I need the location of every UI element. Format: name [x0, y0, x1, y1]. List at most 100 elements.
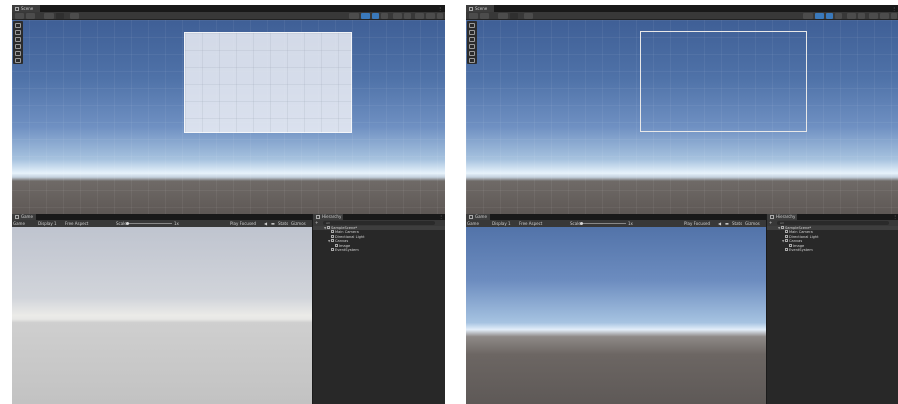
- hand-tool-icon[interactable]: [469, 23, 475, 28]
- transform-tool-icon[interactable]: [469, 58, 475, 63]
- scene-view[interactable]: [466, 20, 898, 214]
- aspect-dropdown[interactable]: Free Aspect: [65, 220, 88, 227]
- scene-toolbar: [12, 12, 445, 20]
- hidden-objects-button[interactable]: [858, 13, 865, 19]
- rotate-tool-icon[interactable]: [469, 37, 475, 42]
- scene-toolbar: [466, 12, 898, 20]
- scene-tab-icon: [469, 7, 473, 11]
- increment-snap-button[interactable]: [510, 13, 518, 19]
- 2d-toggle-button[interactable]: [361, 13, 370, 19]
- play-mode-dropdown[interactable]: Play Focused: [684, 220, 710, 227]
- grid-button[interactable]: [70, 13, 79, 19]
- lighting-toggle-button[interactable]: [826, 13, 833, 19]
- shading-mode-button[interactable]: [803, 13, 813, 19]
- snap-button[interactable]: [498, 13, 508, 19]
- lighting-toggle-button[interactable]: [372, 13, 379, 19]
- move-tool-icon[interactable]: [469, 30, 475, 35]
- effects-button[interactable]: [847, 13, 856, 19]
- tab-scene[interactable]: Scene: [466, 5, 494, 12]
- global-toggle-button[interactable]: [469, 13, 478, 19]
- lower-area: Game Game Display 1 Free Aspect Scale 1x…: [12, 214, 445, 404]
- unity-scene-icon: [781, 226, 784, 229]
- gameobject-icon: [331, 247, 334, 251]
- camera-settings-button[interactable]: [415, 13, 424, 19]
- gizmos-toggle[interactable]: Gizmos: [291, 220, 306, 227]
- hierarchy-menu-icon[interactable]: ⋮: [439, 214, 443, 219]
- speaker-icon[interactable]: ◀: [718, 220, 721, 227]
- canvas-image-rect[interactable]: [184, 32, 352, 133]
- rotate-tool-icon[interactable]: [15, 37, 21, 42]
- scale-slider-knob[interactable]: [126, 222, 129, 225]
- audio-toggle-button[interactable]: [381, 13, 388, 19]
- more-menu-icon[interactable]: ⋮: [892, 6, 896, 11]
- gameobject-icon: [785, 247, 788, 251]
- more-menu-icon[interactable]: ⋮: [438, 6, 442, 11]
- gizmos-toggle[interactable]: Gizmos: [745, 220, 760, 227]
- game-toolbar: Game Display 1 Free Aspect Scale 1x Play…: [12, 220, 312, 227]
- hierarchy-item-eventsystem[interactable]: EventSystem: [313, 247, 445, 252]
- gameobject-icon: [335, 243, 338, 247]
- display-icon[interactable]: ▬: [271, 220, 275, 227]
- gizmos-button[interactable]: [880, 13, 889, 19]
- hierarchy-search-input[interactable]: All: [777, 221, 889, 225]
- transform-tool-icon[interactable]: [15, 58, 21, 63]
- play-mode-dropdown[interactable]: Play Focused: [230, 220, 256, 227]
- pivot-toggle-button[interactable]: [26, 13, 35, 19]
- aspect-dropdown[interactable]: Free Aspect: [519, 220, 542, 227]
- pivot-toggle-button[interactable]: [480, 13, 489, 19]
- game-view[interactable]: [466, 227, 766, 404]
- shading-mode-button[interactable]: [349, 13, 359, 19]
- hand-tool-icon[interactable]: [15, 23, 21, 28]
- increment-snap-button[interactable]: [56, 13, 64, 19]
- effects-button[interactable]: [393, 13, 402, 19]
- gameobject-icon: [789, 243, 792, 247]
- scale-slider-knob[interactable]: [580, 222, 583, 225]
- display-icon[interactable]: ▬: [725, 220, 729, 227]
- audio-toggle-button[interactable]: [835, 13, 842, 19]
- stats-button[interactable]: Stats: [278, 220, 288, 227]
- lower-area: Game Game Display 1 Free Aspect Scale 1x…: [466, 214, 898, 404]
- scene-view[interactable]: [12, 20, 445, 214]
- hierarchy-panel: Hierarchy ⋮ + All ▼ SampleScene* Main Cam…: [766, 214, 898, 404]
- scene-menu-button[interactable]: [437, 13, 443, 19]
- hierarchy-search-input[interactable]: All: [323, 221, 435, 225]
- scene-menu-button[interactable]: [891, 13, 897, 19]
- game-dropdown[interactable]: Game: [467, 220, 479, 227]
- hidden-objects-button[interactable]: [404, 13, 411, 19]
- scale-tool-icon[interactable]: [15, 44, 21, 49]
- speaker-icon[interactable]: ◀: [264, 220, 267, 227]
- camera-settings-button[interactable]: [869, 13, 878, 19]
- scale-slider[interactable]: [126, 222, 172, 225]
- hierarchy-item-eventsystem[interactable]: EventSystem: [767, 247, 898, 252]
- gameobject-icon: [785, 234, 788, 238]
- tab-scene[interactable]: Scene: [12, 5, 40, 12]
- hierarchy-menu-icon[interactable]: ⋮: [893, 214, 897, 219]
- move-tool-icon[interactable]: [15, 30, 21, 35]
- scale-tool-icon[interactable]: [469, 44, 475, 49]
- stats-button[interactable]: Stats: [732, 220, 742, 227]
- hierarchy-tab-icon: [770, 215, 774, 219]
- game-tab-icon: [15, 215, 19, 219]
- scale-slider[interactable]: [580, 222, 626, 225]
- global-toggle-button[interactable]: [15, 13, 24, 19]
- display-dropdown[interactable]: Display 1: [492, 220, 511, 227]
- game-panel: Game Game Display 1 Free Aspect Scale 1x…: [12, 214, 312, 404]
- display-dropdown[interactable]: Display 1: [38, 220, 57, 227]
- scale-value: 1x: [174, 221, 179, 226]
- game-toolbar: Game Display 1 Free Aspect Scale 1x Play…: [466, 220, 766, 227]
- canvas-outline-rect[interactable]: [640, 31, 807, 132]
- rect-tool-icon[interactable]: [469, 51, 475, 56]
- editor-window-left: Scene ⋮ Game Game Display 1 Free Aspect …: [12, 5, 445, 404]
- rect-tool-icon[interactable]: [15, 51, 21, 56]
- hierarchy-panel: Hierarchy ⋮ + All ▼ SampleScene* Main Cam…: [312, 214, 445, 404]
- gameobject-icon: [331, 239, 334, 243]
- game-panel: Game Game Display 1 Free Aspect Scale 1x…: [466, 214, 766, 404]
- game-view[interactable]: [12, 227, 312, 404]
- gizmos-button[interactable]: [426, 13, 435, 19]
- scene-tabbar: Scene ⋮: [12, 5, 445, 12]
- snap-button[interactable]: [44, 13, 54, 19]
- 2d-toggle-button[interactable]: [815, 13, 824, 19]
- scale-value: 1x: [628, 221, 633, 226]
- grid-button[interactable]: [524, 13, 533, 19]
- game-dropdown[interactable]: Game: [13, 220, 25, 227]
